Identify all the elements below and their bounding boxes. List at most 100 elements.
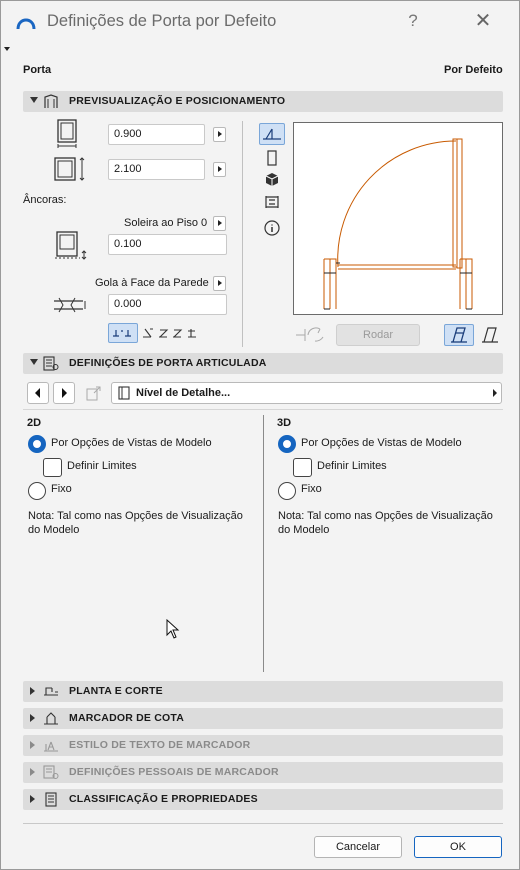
default-label: Por Defeito [444, 64, 503, 76]
help-button[interactable]: ? [401, 9, 425, 33]
previous-page-button[interactable] [27, 382, 49, 404]
preview-divider [242, 121, 243, 347]
door-height-icon [54, 157, 85, 181]
nav-divider [23, 409, 503, 410]
next-page-button[interactable] [53, 382, 75, 404]
note-2d-line1: Nota: Tal como nas Opções de Visualizaçã… [28, 510, 243, 522]
section-dimension-title: MARCADOR DE COTA [69, 712, 184, 724]
label-2d-set-limits: Definir Limites [67, 460, 137, 472]
dialog-window: Definições de Porta por Defeito ? ✕ Port… [0, 0, 520, 870]
custom-marker-icon [43, 765, 59, 779]
label-3d-model-options: Por Opções de Vistas de Modelo [301, 437, 462, 449]
plan-view-button[interactable] [259, 123, 285, 145]
section-plan-title: PLANTA E CORTE [69, 685, 163, 697]
opening-side-2-icon[interactable] [478, 325, 502, 345]
dimension-marker-icon [44, 712, 58, 725]
anchor-option-1-button[interactable] [108, 323, 138, 343]
note-3d-line2: do Modelo [278, 524, 330, 536]
checkbox-3d-set-limits[interactable] [293, 458, 312, 477]
door-width-icon [57, 119, 77, 148]
3d-view-icon[interactable] [265, 172, 279, 187]
resize-menu-icon[interactable] [4, 47, 10, 51]
width-arrow-button[interactable] [213, 127, 226, 142]
expand-arrow-icon [30, 741, 35, 749]
label-2d-fixed: Fixo [51, 483, 72, 495]
footer-divider [23, 823, 503, 824]
rotate-button[interactable]: Rodar [336, 324, 420, 346]
note-2d-line2: do Modelo [28, 524, 80, 536]
archicad-app-icon [16, 18, 36, 30]
section-marker-text-title: ESTILO DE TEXTO DE MARCADOR [69, 739, 251, 751]
note-3d-line1: Nota: Tal como nas Opções de Visualizaçã… [278, 510, 493, 522]
section-preview-header[interactable]: PREVISUALIZAÇÃO E POSICIONAMENTO [23, 91, 503, 112]
dropdown-arrow-icon [493, 389, 497, 397]
collapse-arrow-icon [30, 97, 38, 103]
reveal-depth-field[interactable]: 0.000 [108, 294, 227, 315]
preview-section-icon [44, 94, 58, 108]
info-icon[interactable] [264, 220, 280, 236]
expand-arrow-icon [30, 687, 35, 695]
expand-arrow-icon [30, 795, 35, 803]
section-marker-text-header[interactable]: ESTILO DE TEXTO DE MARCADOR [23, 735, 503, 756]
section-classification-header[interactable]: CLASSIFICAÇÃO E PROPRIEDADES [23, 789, 503, 810]
label-3d-set-limits: Definir Limites [317, 460, 387, 472]
section-dimension-header[interactable]: MARCADOR DE COTA [23, 708, 503, 729]
radio-3d-fixed[interactable] [278, 482, 296, 500]
section-custom-marker-header[interactable]: DEFINIÇÕES PESSOAIS DE MARCADOR [23, 762, 503, 783]
plan-view-icon [263, 128, 281, 140]
section-custom-marker-title: DEFINIÇÕES PESSOAIS DE MARCADOR [69, 766, 279, 778]
close-button[interactable]: ✕ [469, 9, 497, 33]
heading-3d: 3D [277, 417, 292, 429]
radio-3d-model-options[interactable] [278, 435, 296, 453]
arrow-left-icon [35, 388, 40, 398]
sill-anchor-arrow-button[interactable] [213, 216, 226, 231]
section-classification-title: CLASSIFICAÇÃO E PROPRIEDADES [69, 793, 258, 805]
height-arrow-button[interactable] [213, 162, 226, 177]
anchor-option-5-icon[interactable] [186, 325, 200, 341]
anchor-option-2-icon[interactable] [141, 325, 155, 341]
anchor-both-icon [113, 330, 131, 337]
reveal-depth-icon [54, 297, 86, 313]
section-hinged-header[interactable]: DEFINIÇÕES DE PORTA ARTICULADA [23, 353, 503, 374]
door-height-field[interactable]: 2.100 [108, 159, 205, 180]
reveal-anchor-arrow-button[interactable] [213, 276, 226, 291]
door-page-icon [118, 386, 130, 400]
section-preview-title: PREVISUALIZAÇÃO E POSICIONAMENTO [69, 95, 286, 107]
mirror-door-icon[interactable] [293, 325, 327, 345]
sill-anchor-label[interactable]: Soleira ao Piso 0 [124, 217, 207, 229]
radio-2d-model-options[interactable] [28, 435, 46, 453]
expand-arrow-icon [30, 714, 35, 722]
detail-level-dropdown[interactable]: Nível de Detalhe... [111, 382, 502, 404]
reveal-anchor-label[interactable]: Gola à Face da Parede [95, 277, 209, 289]
elevation-view-icon[interactable] [265, 150, 279, 166]
door-width-field[interactable]: 0.900 [108, 124, 205, 145]
anchors-label: Âncoras: [23, 194, 67, 206]
window-title: Definições de Porta por Defeito [47, 12, 277, 30]
section-hinged-title: DEFINIÇÕES DE PORTA ARTICULADA [69, 357, 267, 369]
radio-2d-fixed[interactable] [28, 482, 46, 500]
anchor-option-3-icon[interactable] [157, 325, 171, 341]
checkbox-2d-set-limits[interactable] [43, 458, 62, 477]
cancel-button[interactable]: Cancelar [314, 836, 402, 858]
label-3d-fixed: Fixo [301, 483, 322, 495]
sill-height-icon [55, 231, 87, 260]
section-plan-header[interactable]: PLANTA E CORTE [23, 681, 503, 702]
plan-section-icon [44, 687, 58, 696]
opening-side-1-icon [451, 327, 467, 343]
sill-height-field[interactable]: 0.100 [108, 234, 227, 255]
column-divider [263, 415, 264, 672]
opening-side-1-button[interactable] [444, 324, 474, 346]
label-2d-model-options: Por Opções de Vistas de Modelo [51, 437, 212, 449]
mouse-cursor-icon [166, 619, 180, 639]
anchor-option-4-icon[interactable] [171, 325, 185, 341]
collapse-arrow-icon [30, 359, 38, 365]
export-icon[interactable] [85, 384, 103, 402]
heading-2d: 2D [27, 417, 42, 429]
section-view-icon[interactable] [264, 194, 280, 210]
expand-arrow-icon [30, 768, 35, 776]
door-settings-section-icon [43, 356, 59, 371]
element-type-label: Porta [23, 64, 52, 76]
door-plan-preview [293, 122, 503, 315]
ok-button[interactable]: OK [414, 836, 502, 858]
title-bar: Definições de Porta por Defeito ? ✕ [1, 1, 519, 41]
